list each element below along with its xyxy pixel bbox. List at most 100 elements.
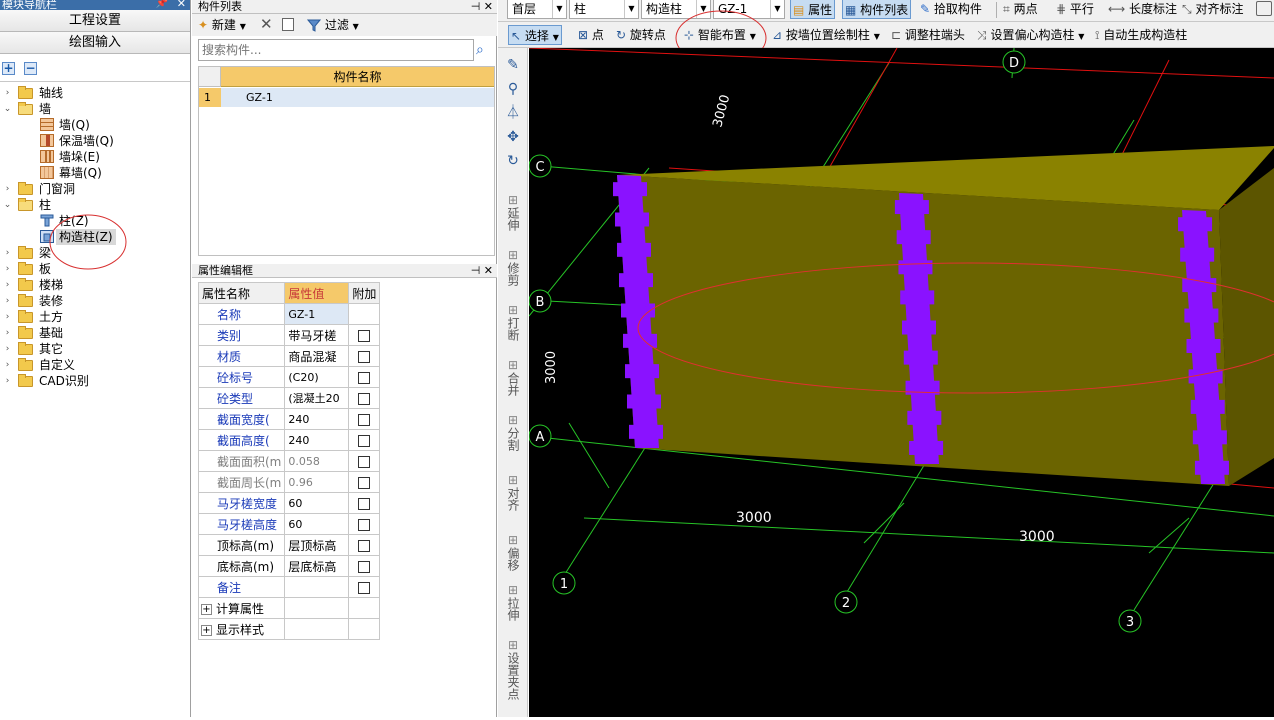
tree-item-cad[interactable]: › CAD识别 [0,373,190,389]
panel-controls[interactable]: ⊣ ✕ [471,0,493,13]
delete-icon[interactable]: ✕ [260,15,273,33]
tree-item-earthwork[interactable]: › 土方 [0,309,190,325]
edit-tool-icon[interactable]: ⚲ [498,82,528,96]
expand-icon[interactable]: › [3,325,12,341]
property-row[interactable]: 类别 带马牙槎 [197,324,381,346]
tree-item-wall-pier[interactable]: 墙垛(E) [0,149,190,165]
property-value[interactable]: 商品混凝 [284,345,350,367]
adjust-end-button[interactable]: ⊏ 调整柱端头 [891,25,965,45]
property-row[interactable]: 顶标高(m) 层顶标高 [197,534,381,556]
property-value[interactable]: 层底标高 [284,555,350,577]
property-value[interactable]: 0.96 [284,471,350,493]
expand-icon[interactable]: › [3,261,12,277]
parallel-button[interactable]: ⋕ 平行 [1056,0,1094,19]
drawing-input-button[interactable]: 绘图输入 [0,32,190,54]
extra-checkbox[interactable] [358,539,371,552]
extra-checkbox[interactable] [358,392,371,405]
expand-group-icon[interactable]: + [201,603,212,615]
component-search-input[interactable] [198,39,474,61]
property-row[interactable]: 材质 商品混凝 [197,345,381,367]
property-row[interactable]: 截面宽度(240 [197,408,381,430]
extra-checkbox[interactable] [358,497,371,510]
collapse-icon[interactable]: ⌄ [3,197,12,213]
vertical-tool-0[interactable]: ⊞ 延伸 [498,193,528,231]
property-group[interactable]: + 计算属性 [197,597,381,619]
floor-select[interactable]: 首层 ▼ [507,0,567,19]
vertical-tool-8[interactable]: ⊞ 设置夹点 [498,638,528,700]
tree-item-foundation[interactable]: › 基础 [0,325,190,341]
more-icon[interactable] [1256,1,1272,16]
property-value[interactable]: 240 [284,429,350,451]
vertical-tool-5[interactable]: ⊞ 对齐 [498,473,528,511]
pick-component-button[interactable]: ✎ 拾取构件 [920,0,982,19]
length-mark-button[interactable]: ⟷ 长度标注 [1108,0,1177,19]
tree-item-curtain-wall[interactable]: 幕墙(Q) [0,165,190,181]
extra-checkbox[interactable] [358,413,371,426]
collapse-all-icon[interactable]: − [24,62,37,75]
tree-item-column[interactable]: ⌄ 柱 [0,197,190,213]
tree-item-custom[interactable]: › 自定义 [0,357,190,373]
property-value[interactable]: 带马牙槎 [284,324,350,346]
two-point-button[interactable]: ⌗ 两点 [1003,0,1038,19]
extra-checkbox[interactable] [358,581,371,594]
property-row[interactable]: 底标高(m) 层底标高 [197,555,381,577]
edit-tool-icon[interactable]: ⏃ [498,106,528,120]
panel-controls[interactable]: ⊣ ✕ [471,264,493,277]
vertical-tool-2[interactable]: ⊞ 打断 [498,303,528,341]
edit-tool-icon[interactable]: ✥ [498,130,528,144]
pin-icon[interactable]: 📌 [156,0,168,9]
property-row[interactable]: 砼类型 (混凝土20 [197,387,381,409]
tree-item-other[interactable]: › 其它 [0,341,190,357]
property-value[interactable]: 0.058 [284,450,350,472]
close-icon[interactable]: ✕ [177,0,186,10]
property-row[interactable]: 截面周长(m 0.96 [197,471,381,493]
tree-item-axis[interactable]: › 轴线 [0,85,190,101]
property-row[interactable]: 马牙槎宽度 60 [197,492,381,514]
extra-checkbox[interactable] [358,350,371,363]
project-settings-button[interactable]: 工程设置 [0,10,190,32]
type-select[interactable]: 柱 ▼ [569,0,639,19]
property-row[interactable]: 砼标号 (C20) [197,366,381,388]
extra-checkbox[interactable] [358,476,371,489]
copy-icon[interactable] [282,18,294,31]
property-group[interactable]: + 显示样式 [197,618,381,640]
vertical-tool-1[interactable]: ⊞ 修剪 [498,248,528,286]
extra-checkbox[interactable] [358,329,371,342]
edit-tool-icon[interactable]: ↻ [498,154,528,168]
expand-icon[interactable]: › [3,373,12,389]
vertical-tool-4[interactable]: ⊞ 分割 [498,413,528,451]
column-header-name[interactable]: 构件名称 [221,67,494,87]
extra-checkbox[interactable] [358,434,371,447]
auto-generate-button[interactable]: ⟟ 自动生成构造柱 [1095,25,1187,45]
extra-checkbox[interactable] [358,455,371,468]
3d-viewport[interactable]: D C B A 1 2 3 3000 3000 3000 3000 [528,47,1274,717]
expand-icon[interactable]: › [3,85,12,101]
align-mark-button[interactable]: ⤡ 对齐标注 [1182,0,1243,19]
component-list-button[interactable]: ▦ 构件列表 [842,0,912,19]
vertical-tool-3[interactable]: ⊞ 合并 [498,358,528,396]
vertical-tool-7[interactable]: ⊞ 拉伸 [498,583,528,621]
extra-checkbox[interactable] [358,560,371,573]
property-row[interactable]: 截面面积(m 0.058 [197,450,381,472]
property-row[interactable]: 截面高度(240 [197,429,381,451]
property-row[interactable]: 备注 [197,576,381,598]
property-row[interactable]: 马牙槎高度 60 [197,513,381,535]
search-icon[interactable]: ⌕ [476,42,484,58]
property-value[interactable]: 60 [284,492,350,514]
expand-icon[interactable]: › [3,293,12,309]
attributes-button[interactable]: ▤ 属性 [790,0,836,19]
expand-group-icon[interactable]: + [201,624,212,636]
new-button[interactable]: ✦ 新建 ▼ [198,16,246,34]
property-value[interactable]: 60 [284,513,350,535]
tree-item-wall-q[interactable]: 墙(Q) [0,117,190,133]
expand-icon[interactable]: › [3,309,12,325]
property-value[interactable]: GZ-1 [284,303,350,325]
expand-icon[interactable]: › [3,245,12,261]
collapse-icon[interactable]: ⌄ [3,101,12,117]
select-button[interactable]: ↖ 选择 ▼ [508,25,562,45]
tree-item-door-window[interactable]: › 门窗洞 [0,181,190,197]
expand-all-icon[interactable]: + [2,62,15,75]
edit-tool-icon[interactable]: ✎ [498,58,528,72]
filter-button[interactable]: 过滤 ▼ [306,16,359,34]
eccentric-column-button[interactable]: ⤨ 设置偏心构造柱 ▼ [977,25,1084,45]
